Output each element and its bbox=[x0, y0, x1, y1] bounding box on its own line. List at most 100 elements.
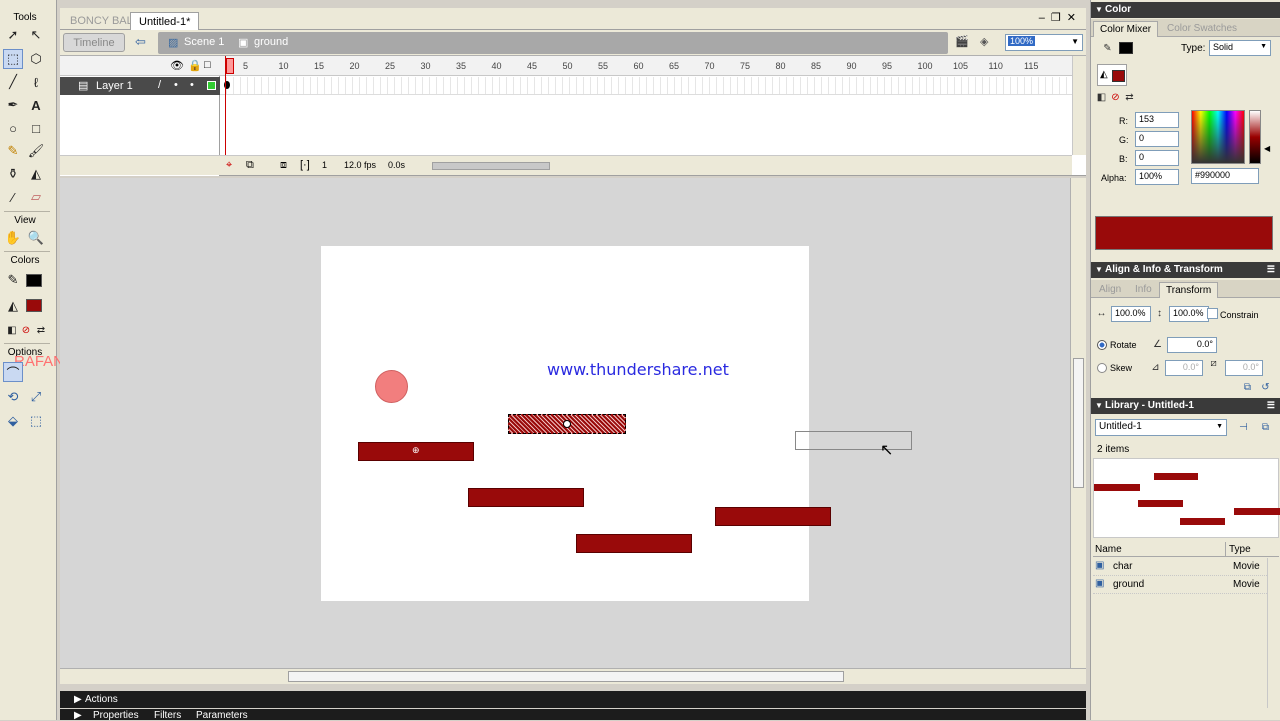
close-icon[interactable]: ✕ bbox=[1067, 12, 1082, 24]
type-select[interactable]: Solid ▼ bbox=[1209, 40, 1271, 56]
alpha-input[interactable]: 100% bbox=[1135, 169, 1179, 185]
rectangle-tool-icon[interactable]: □ bbox=[26, 118, 46, 138]
layer-row[interactable]: ▤ Layer 1 / • • bbox=[60, 77, 220, 95]
edit-multiple-icon[interactable]: [·] bbox=[300, 159, 310, 171]
minimize-icon[interactable]: – bbox=[1039, 12, 1051, 24]
edit-symbols-icon[interactable]: ◈ bbox=[980, 35, 988, 48]
stage-v-scrollbar[interactable] bbox=[1070, 178, 1086, 668]
mixer-fill-swatch[interactable] bbox=[1112, 70, 1125, 82]
stage-h-scrollbar[interactable] bbox=[60, 668, 1086, 684]
height-pct-input[interactable]: 100.0% bbox=[1169, 306, 1209, 322]
black-white-icon[interactable]: ◧ bbox=[1095, 91, 1108, 104]
fill-color-swatch[interactable] bbox=[26, 299, 42, 312]
lasso-tool-icon[interactable]: ℓ bbox=[26, 72, 46, 92]
b-input[interactable]: 0 bbox=[1135, 150, 1179, 166]
panel-menu-icon[interactable]: ☰ bbox=[1267, 400, 1275, 411]
actions-panel-bar[interactable]: ▶ Actions bbox=[60, 691, 1086, 708]
color-spectrum[interactable] bbox=[1191, 110, 1245, 164]
ground-brick-1[interactable]: ⊕ bbox=[358, 442, 474, 461]
rotate-radio[interactable] bbox=[1097, 340, 1107, 350]
constrain-checkbox[interactable] bbox=[1207, 308, 1218, 319]
col-type[interactable]: Type bbox=[1229, 544, 1251, 555]
library-doc-select[interactable]: Untitled-1 ▼ bbox=[1095, 419, 1227, 436]
scale-icon[interactable]: ⤢ bbox=[26, 387, 46, 407]
slider-arrow-icon[interactable]: ◀ bbox=[1264, 144, 1270, 153]
timeline-h-scrollbar[interactable] bbox=[432, 162, 550, 170]
stroke-color-swatch[interactable] bbox=[26, 274, 42, 287]
playhead[interactable] bbox=[225, 56, 234, 161]
tab-align[interactable]: Align bbox=[1093, 282, 1127, 298]
lock-dot-icon[interactable]: • bbox=[190, 79, 194, 91]
fill-mode-box[interactable]: ◭ bbox=[1097, 64, 1127, 86]
selected-brick[interactable] bbox=[508, 414, 626, 434]
mixer-stroke-swatch[interactable] bbox=[1119, 42, 1133, 54]
tab-properties[interactable]: Properties bbox=[93, 710, 139, 721]
library-scrollbar[interactable] bbox=[1267, 558, 1279, 708]
panel-menu-icon[interactable]: ☰ bbox=[1267, 264, 1275, 275]
r-input[interactable]: 153 bbox=[1135, 112, 1179, 128]
skew-v-input[interactable]: 0.0° bbox=[1225, 360, 1263, 376]
onion-outline-icon[interactable]: ⧈ bbox=[280, 159, 287, 172]
pencil-tool-icon[interactable]: ✎ bbox=[3, 141, 23, 161]
tab-transform[interactable]: Transform bbox=[1159, 282, 1219, 298]
tab-untitled-1[interactable]: Untitled-1* bbox=[130, 12, 200, 30]
restore-icon[interactable]: ❐ bbox=[1051, 12, 1067, 24]
eye-icon[interactable]: 👁 bbox=[170, 59, 184, 72]
zoom-tool-icon[interactable]: 🔍 bbox=[26, 228, 46, 248]
ground-brick-4[interactable] bbox=[715, 507, 831, 526]
hex-input[interactable]: #990000 bbox=[1191, 168, 1259, 184]
timeline-v-scrollbar[interactable] bbox=[1072, 56, 1086, 155]
breadcrumb-scene[interactable]: Scene 1 bbox=[184, 36, 224, 48]
text-tool-icon[interactable]: A bbox=[26, 95, 46, 115]
subselection-tool-icon[interactable]: ↖ bbox=[26, 25, 46, 45]
envelope-icon[interactable]: ⬚ bbox=[26, 411, 46, 431]
brightness-slider[interactable] bbox=[1249, 110, 1261, 164]
center-frame-icon[interactable]: ⌖ bbox=[226, 159, 232, 172]
transform-panel-title[interactable]: ▼ Align & Info & Transform ☰ bbox=[1091, 262, 1280, 278]
tab-info[interactable]: Info bbox=[1129, 282, 1158, 298]
width-pct-input[interactable]: 100.0% bbox=[1111, 306, 1151, 322]
visible-dot-icon[interactable]: • bbox=[174, 79, 178, 91]
lock-icon[interactable]: 🔒 bbox=[188, 59, 202, 72]
edit-scene-icon[interactable]: 🎬 bbox=[955, 35, 969, 48]
swap-colors-icon[interactable]: ⇄ bbox=[1123, 91, 1136, 104]
tab-color-swatches[interactable]: Color Swatches bbox=[1161, 21, 1243, 37]
ground-brick-2[interactable] bbox=[468, 488, 584, 507]
skew-radio[interactable] bbox=[1097, 363, 1107, 373]
zoom-select[interactable]: 100% ▼ bbox=[1005, 34, 1083, 51]
rotate-input[interactable]: 0.0° bbox=[1167, 337, 1217, 353]
color-panel-title[interactable]: ▼ Color bbox=[1091, 2, 1280, 18]
tab-filters[interactable]: Filters bbox=[154, 710, 181, 721]
outline-icon[interactable]: □ bbox=[204, 59, 211, 71]
no-color-icon[interactable]: ⊘ bbox=[1109, 91, 1122, 104]
frame-rate[interactable]: 12.0 fps bbox=[344, 160, 376, 170]
frame-row[interactable] bbox=[220, 77, 1072, 95]
library-item[interactable]: ▣ ground Movie bbox=[1093, 576, 1279, 594]
fill-transform-tool-icon[interactable]: ⬡ bbox=[26, 49, 46, 69]
frame-ruler[interactable]: 5 10 15 20 25 30 35 40 45 50 55 60 65 70 75 80 85 90 95 100… bbox=[220, 56, 1072, 76]
oval-tool-icon[interactable]: ○ bbox=[3, 118, 23, 138]
back-arrow-icon[interactable]: ⇦ bbox=[135, 34, 146, 50]
library-item[interactable]: ▣ char Movie bbox=[1093, 558, 1279, 576]
line-tool-icon[interactable]: ╱ bbox=[3, 72, 23, 92]
breadcrumb-symbol[interactable]: ground bbox=[254, 36, 288, 48]
transform-point-icon[interactable] bbox=[563, 420, 571, 428]
new-library-icon[interactable]: ⧉ bbox=[1259, 421, 1272, 434]
tab-parameters[interactable]: Parameters bbox=[196, 710, 248, 721]
brush-tool-icon[interactable]: 🖌 bbox=[26, 141, 46, 161]
eyedropper-tool-icon[interactable]: ⁄ bbox=[3, 187, 23, 207]
pen-tool-icon[interactable]: ✒ bbox=[3, 95, 23, 115]
swap-colors-icon[interactable]: ⇄ bbox=[31, 320, 51, 340]
selection-tool-icon[interactable]: ➚ bbox=[3, 25, 23, 45]
snap-to-objects-icon[interactable]: ⌒ bbox=[3, 362, 23, 382]
timeline-toggle-button[interactable]: Timeline bbox=[63, 33, 125, 52]
copy-transform-icon[interactable]: ⧉ bbox=[1241, 381, 1254, 394]
properties-panel-bar[interactable]: ▶ Properties Filters Parameters bbox=[60, 709, 1086, 721]
col-name[interactable]: Name bbox=[1095, 544, 1122, 555]
paint-bucket-tool-icon[interactable]: ◭ bbox=[26, 164, 46, 184]
outline-color-icon[interactable] bbox=[207, 81, 216, 90]
g-input[interactable]: 0 bbox=[1135, 131, 1179, 147]
stage[interactable]: www.thundershare.net ⊕ bbox=[321, 246, 831, 601]
onion-skin-icon[interactable]: ⧉ bbox=[246, 159, 254, 172]
ground-brick-3[interactable] bbox=[576, 534, 692, 553]
